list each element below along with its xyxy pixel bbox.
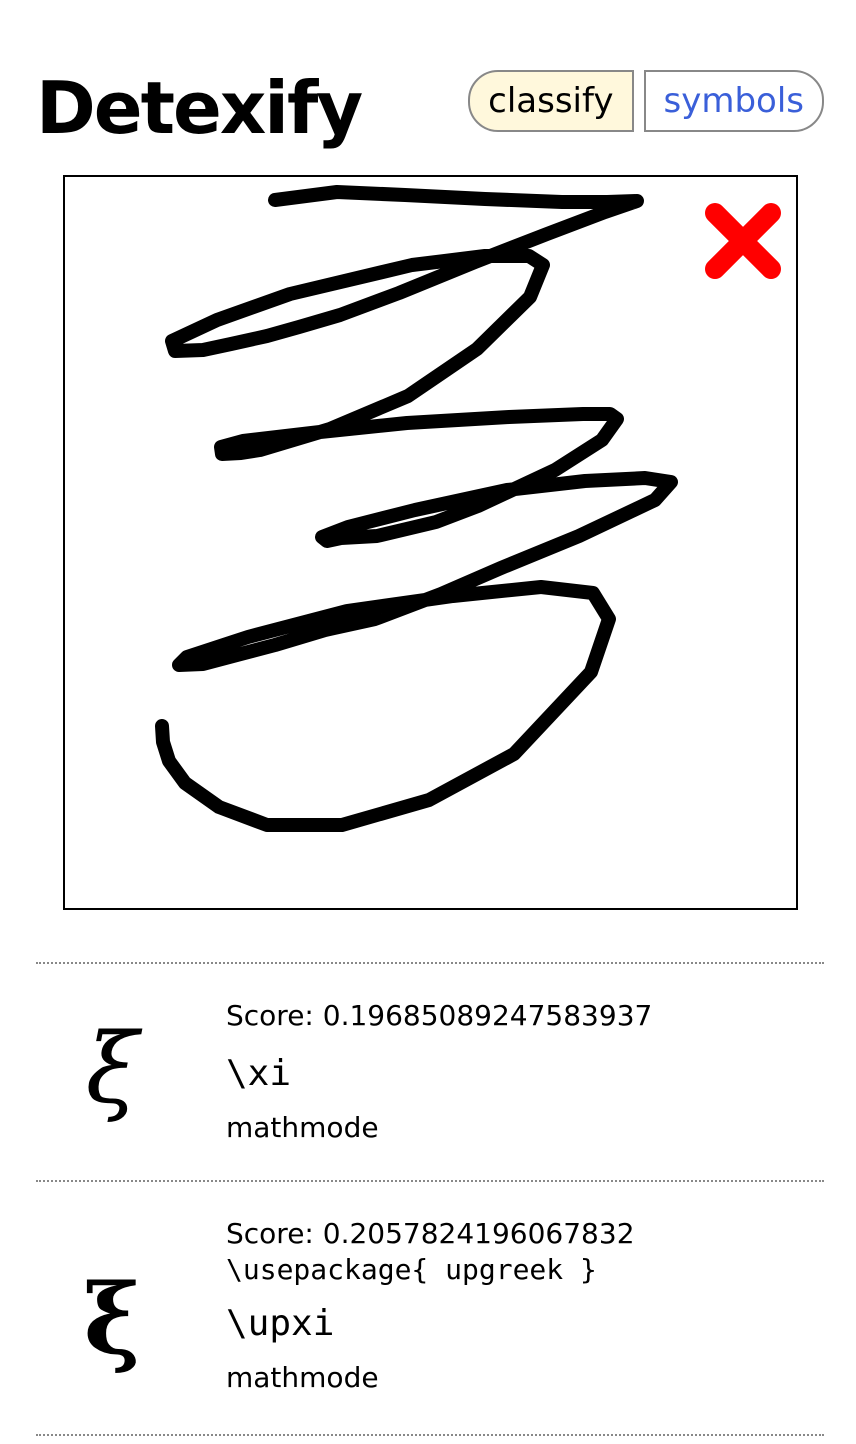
package-text: \usepackage{ upgreek }	[226, 1253, 597, 1286]
nav-tabs: classify symbols	[468, 70, 824, 132]
symbol-info: Score: 0.19685089247583937 \xi mathmode	[226, 998, 652, 1146]
latex-command: \upxi	[226, 1303, 335, 1344]
drawing-canvas[interactable]	[63, 175, 798, 910]
symbol-preview: ξ	[83, 1262, 141, 1376]
symbol-preview: ξ	[85, 1013, 139, 1125]
close-x-icon	[705, 203, 781, 279]
clear-canvas-button[interactable]	[705, 203, 781, 279]
list-item: ξ Score: 0.2057824196067832 \usepackage{…	[36, 1180, 824, 1436]
symbols-tab[interactable]: symbols	[643, 70, 824, 132]
latex-command: \xi	[226, 1053, 292, 1094]
classify-tab[interactable]: classify	[468, 70, 634, 132]
results-list: ξ Score: 0.19685089247583937 \xi mathmod…	[36, 962, 824, 1436]
mode-text: mathmode	[226, 1361, 379, 1394]
mode-text: mathmode	[226, 1111, 379, 1144]
header: Detexify classify symbols	[36, 60, 824, 156]
score-text: Score: 0.2057824196067832	[226, 1217, 635, 1250]
list-item: ξ Score: 0.19685089247583937 \xi mathmod…	[36, 962, 824, 1180]
score-text: Score: 0.19685089247583937	[226, 999, 653, 1032]
app-title: Detexify	[36, 66, 363, 150]
symbol-info: Score: 0.2057824196067832 \usepackage{ u…	[226, 1216, 635, 1396]
drawn-stroke	[155, 185, 678, 832]
